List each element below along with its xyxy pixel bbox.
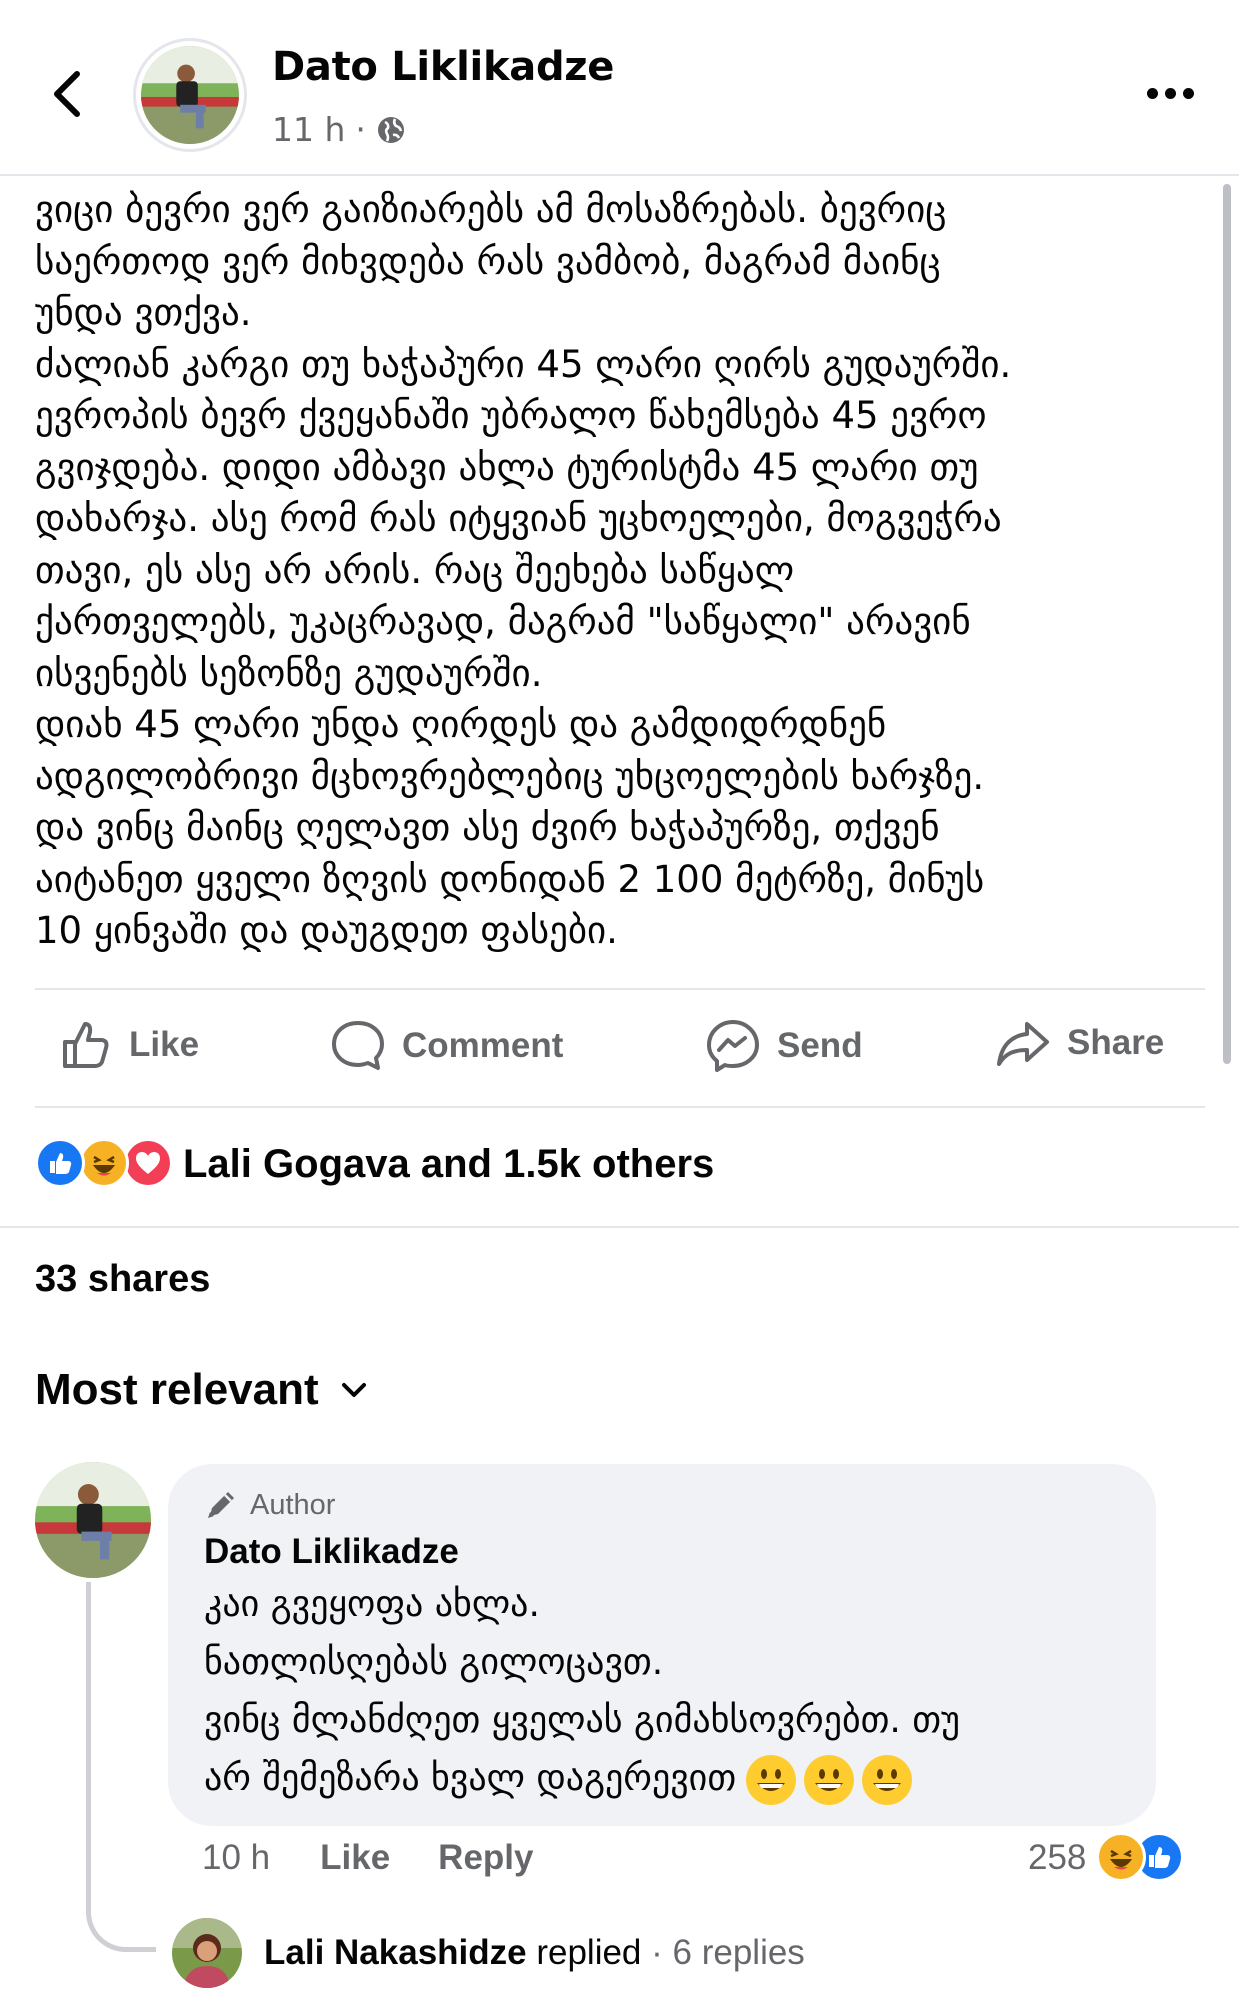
divider (35, 1106, 1205, 1108)
like-button[interactable]: Like (59, 1018, 199, 1072)
pencil-icon (208, 1492, 234, 1518)
commenter-avatar[interactable] (35, 1462, 151, 1578)
author-badge-label: Author (250, 1488, 336, 1521)
chevron-left-icon (54, 71, 80, 117)
haha-icon (1096, 1832, 1147, 1882)
reply-action: replied (526, 1933, 642, 1972)
comment-reactions[interactable]: 258 (1028, 1832, 1192, 1884)
like-icon (35, 1138, 85, 1188)
chevron-down-icon (341, 1383, 366, 1397)
post-header: Dato Liklikadze 11 h · (0, 0, 1239, 176)
grinning-emoji (746, 1755, 797, 1805)
globe-icon (377, 116, 404, 143)
comment-reply-button[interactable]: Reply (438, 1838, 533, 1878)
comment-time[interactable]: 10 h (202, 1838, 270, 1878)
comment-button[interactable]: Comment (330, 1018, 563, 1074)
thumbs-up-icon (63, 1022, 109, 1068)
comment-text: კაი გვეყოფა ახლა. ნათლისღებას გილოცავთ. … (204, 1576, 1120, 1808)
sort-label: Most relevant (35, 1365, 319, 1414)
dot (1182, 87, 1194, 99)
reactions-count-text: Lali Gogava and 1.5k others (183, 1141, 715, 1186)
messenger-icon (707, 1020, 759, 1072)
reply-separator: · (641, 1933, 673, 1972)
comment-bubble[interactable]: Author Dato Liklikadze კაი გვეყოფა ახლა.… (168, 1464, 1156, 1826)
post-time[interactable]: 11 h (272, 110, 345, 149)
send-label: Send (777, 1026, 863, 1065)
comment-author-name[interactable]: Dato Liklikadze (204, 1532, 1120, 1572)
share-button[interactable]: Share (995, 1018, 1164, 1068)
divider (0, 1226, 1239, 1228)
more-dots-icon (1146, 87, 1158, 99)
comment-like-button[interactable]: Like (320, 1838, 390, 1878)
love-icon (123, 1138, 173, 1188)
scrollbar[interactable] (1223, 184, 1231, 1064)
comment-label: Comment (402, 1026, 564, 1065)
meta-separator: · (355, 110, 366, 149)
reply-thread-line (86, 1582, 156, 1952)
view-replies-link[interactable]: Lali Nakashidze replied · 6 replies (172, 1918, 805, 1988)
comment-reaction-count: 258 (1028, 1838, 1087, 1877)
grinning-emoji (862, 1755, 913, 1805)
dot (1164, 87, 1176, 99)
grinning-emoji (804, 1755, 855, 1805)
send-button[interactable]: Send (705, 1018, 863, 1074)
post-action-bar: Like Comment Send Share (35, 990, 1205, 1108)
reactions-summary[interactable]: Lali Gogava and 1.5k others (35, 1134, 714, 1194)
replier-avatar (172, 1918, 242, 1988)
comment-reaction-icons (1096, 1832, 1192, 1884)
reply-summary-text: Lali Nakashidze replied · 6 replies (264, 1933, 805, 1973)
post-author-name[interactable]: Dato Liklikadze (272, 44, 614, 90)
avatar-photo (172, 1918, 242, 1988)
post-meta: 11 h · (272, 110, 406, 149)
comment-meta: 10 h Like Reply (202, 1838, 533, 1878)
more-options-button[interactable] (1140, 78, 1200, 108)
shares-count[interactable]: 33 shares (35, 1258, 210, 1301)
back-button[interactable] (44, 66, 88, 122)
author-badge: Author (204, 1488, 1120, 1522)
share-icon (997, 1022, 1049, 1066)
like-label: Like (129, 1025, 200, 1064)
replier-name: Lali Nakashidze (264, 1933, 527, 1972)
reply-count: 6 replies (672, 1933, 805, 1972)
share-label: Share (1067, 1023, 1165, 1062)
reaction-icons (35, 1136, 175, 1192)
comment-emojis (746, 1755, 913, 1805)
avatar-photo (35, 1462, 151, 1578)
post-text: ვიცი ბევრი ვერ გაიზიარებს ამ მოსაზრებას.… (35, 188, 1012, 952)
haha-icon (79, 1138, 129, 1188)
author-avatar[interactable] (133, 38, 247, 152)
comment-sort-dropdown[interactable]: Most relevant (35, 1365, 367, 1415)
avatar-photo (141, 46, 239, 144)
comment-icon (332, 1021, 384, 1070)
